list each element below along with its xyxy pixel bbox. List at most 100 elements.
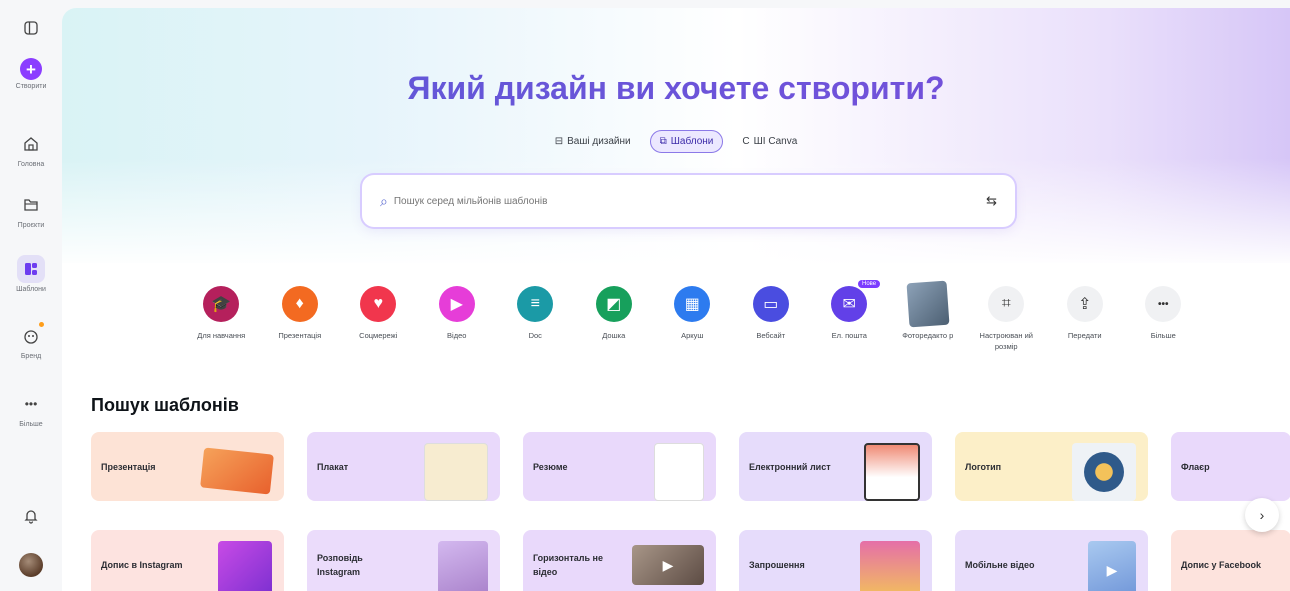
template-preview	[218, 541, 272, 591]
category-photo-editor[interactable]: Фоторедакто р	[889, 280, 968, 352]
avatar[interactable]	[19, 553, 43, 577]
video-icon: ▶	[438, 286, 475, 322]
tab-label: Ваші дизайни	[567, 136, 631, 147]
category-label: Презентація	[278, 331, 322, 340]
sidebar-item-more[interactable]: ••• Більше	[0, 390, 62, 428]
category-whiteboard[interactable]: ◩ Дошка	[575, 286, 654, 352]
sidebar-item-label: Бренд	[20, 353, 42, 360]
chevron-right-icon: ›	[1259, 507, 1265, 523]
presentation-icon: ♦	[281, 286, 318, 322]
new-badge: Нове	[858, 280, 881, 288]
play-icon: ▶	[1088, 541, 1136, 591]
templates-icon: ⧉	[659, 136, 667, 147]
category-shortcuts: 🎓 Для навчання ♦ Презентація ♥ Соцмережі…	[182, 280, 1203, 352]
template-label: Презентація	[101, 461, 156, 472]
category-label: Аркуш	[681, 331, 704, 340]
sidebar-item-projects[interactable]: Проєкти	[0, 191, 62, 229]
notifications-button[interactable]	[0, 502, 62, 530]
template-preview	[864, 443, 920, 501]
bell-icon	[17, 502, 45, 530]
page-title: Який дизайн ви хочете створити?	[62, 70, 1290, 107]
category-video[interactable]: ▶ Відео	[418, 286, 497, 352]
sidebar-item-brand[interactable]: Бренд	[0, 322, 62, 360]
template-card-resume[interactable]: Резюме	[523, 432, 716, 501]
custom-size-icon: ⌗	[988, 286, 1025, 322]
logo-preview	[1084, 452, 1124, 492]
mail-icon: ✉	[831, 286, 868, 322]
plus-icon: +	[20, 58, 42, 80]
sidebar-item-label: Більше	[19, 421, 43, 428]
brand-icon	[17, 322, 45, 350]
category-doc[interactable]: ≡ Doc	[496, 286, 575, 352]
category-label: Дошка	[602, 331, 626, 340]
sidebar-item-label: Шаблони	[16, 286, 46, 293]
search-input[interactable]	[393, 195, 987, 207]
category-label: Відео	[447, 331, 467, 340]
template-card-poster[interactable]: Плакат	[307, 432, 500, 501]
category-upload[interactable]: ⇪ Передати	[1046, 286, 1125, 352]
doc-icon: ≡	[517, 286, 554, 322]
sidebar: + Створити Головна Проєкти Шаблони Бренд…	[0, 0, 62, 591]
category-email[interactable]: ✉ Нове Ел. пошта	[810, 280, 889, 352]
template-label: Розповідь Instagram	[317, 552, 363, 577]
sidebar-item-templates[interactable]: Шаблони	[0, 255, 62, 293]
template-card-invitation[interactable]: Запрошення	[739, 530, 932, 591]
template-card-horizontal-video[interactable]: Горизонталь не відео ▶	[523, 530, 716, 591]
template-card-logo[interactable]: Логотип	[955, 432, 1148, 501]
category-education[interactable]: 🎓 Для навчання	[182, 286, 261, 352]
photo-thumbnail	[906, 280, 950, 328]
template-preview	[424, 443, 488, 501]
template-card-instagram-post[interactable]: Допис в Instagram	[91, 530, 284, 591]
folder-icon: ⊟	[554, 136, 564, 147]
search-icon: ⌕	[380, 192, 388, 209]
template-preview	[200, 447, 274, 495]
whiteboard-icon: ◩	[595, 286, 632, 322]
scroll-next-button[interactable]: ›	[1245, 498, 1279, 532]
category-label: Вебсайт	[756, 331, 786, 340]
sidebar-item-label: Проєкти	[17, 222, 45, 229]
more-icon: •••	[24, 397, 38, 411]
template-label: Допис у Facebook	[1181, 559, 1262, 570]
category-website[interactable]: ▭ Вебсайт	[732, 286, 811, 352]
template-label: Запрошення	[749, 559, 805, 570]
template-preview	[654, 443, 704, 501]
category-presentation[interactable]: ♦ Презентація	[261, 286, 340, 352]
filter-icon[interactable]: ⇆	[986, 193, 997, 209]
ai-icon: C	[742, 136, 750, 147]
category-more[interactable]: ••• Більше	[1124, 286, 1203, 352]
template-label: Допис в Instagram	[101, 559, 183, 570]
sidebar-item-label: Створити	[15, 83, 47, 90]
tab-your-designs[interactable]: ⊟ Ваші дизайни	[546, 130, 640, 153]
sidebar-item-label: Головна	[17, 161, 45, 168]
template-card-flyer[interactable]: Флаєр	[1171, 432, 1290, 501]
category-custom-size[interactable]: ⌗ Настроюван ий розмір	[967, 286, 1046, 352]
template-card-mobile-video[interactable]: Мобільне відео ▶	[955, 530, 1148, 591]
template-card-presentation[interactable]: Презентація	[91, 432, 284, 501]
templates-icon	[17, 255, 45, 283]
template-preview	[1072, 443, 1136, 501]
folder-icon	[17, 191, 45, 219]
search-bar: ⌕ ⇆	[362, 175, 1015, 227]
main-content: Який дизайн ви хочете створити? ⊟ Ваші д…	[62, 8, 1290, 591]
heart-icon: ♥	[360, 286, 397, 322]
template-card-email[interactable]: Електронний лист	[739, 432, 932, 501]
template-card-facebook-post[interactable]: Допис у Facebook	[1171, 530, 1290, 591]
category-label: Передати	[1067, 331, 1102, 340]
category-sheet[interactable]: ▦ Аркуш	[653, 286, 732, 352]
category-social[interactable]: ♥ Соцмережі	[339, 286, 418, 352]
sheet-icon: ▦	[674, 286, 711, 322]
category-label: Для навчання	[197, 331, 246, 340]
notification-dot	[39, 322, 44, 327]
tab-label: Шаблони	[670, 136, 714, 147]
canva-home: + Створити Головна Проєкти Шаблони Бренд…	[0, 0, 1290, 591]
sidebar-item-home[interactable]: Головна	[0, 130, 62, 168]
sidebar-item-create[interactable]: + Створити	[0, 58, 62, 90]
tab-label: ШІ Canva	[753, 136, 798, 147]
template-preview	[860, 541, 920, 591]
template-label: Плакат	[317, 461, 349, 472]
category-label: Настроюван ий розмір	[979, 331, 1033, 351]
template-card-instagram-story[interactable]: Розповідь Instagram	[307, 530, 500, 591]
tab-templates[interactable]: ⧉ Шаблони	[649, 130, 724, 153]
sidebar-toggle-button[interactable]	[0, 14, 62, 42]
tab-canva-ai[interactable]: C ШІ Canva	[733, 130, 806, 153]
